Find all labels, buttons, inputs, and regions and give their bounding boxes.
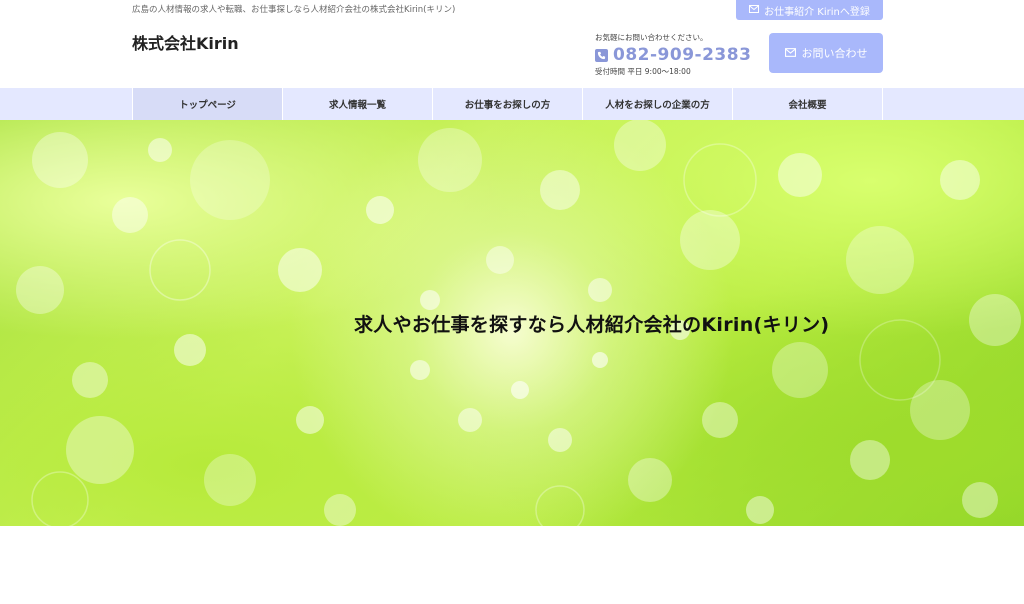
mail-icon <box>784 47 796 60</box>
tel-number[interactable]: 082-909-2383 <box>613 45 751 65</box>
nav-item-job-list[interactable]: 求人情報一覧 <box>282 88 432 120</box>
business-hours: 受付時間 平日 9:00〜18:00 <box>595 67 691 76</box>
global-nav: トップページ 求人情報一覧 お仕事をお探しの方 人材をお探しの企業の方 会社概要 <box>0 88 1024 120</box>
register-button[interactable]: お仕事紹介 Kirinへ登録 <box>736 0 883 20</box>
contact-note: お気軽にお問い合わせください。 <box>595 33 708 42</box>
phone-icon <box>595 48 608 62</box>
hero-headline: 求人やお仕事を探すなら人材紹介会社のKirin(キリン) <box>354 314 830 336</box>
nav-item-job-seekers[interactable]: お仕事をお探しの方 <box>432 88 582 120</box>
site-title[interactable]: 株式会社Kirin <box>132 30 239 54</box>
nav-item-top[interactable]: トップページ <box>132 88 282 120</box>
tel-row[interactable]: 082-909-2383 <box>595 45 751 65</box>
nav-item-company-info[interactable]: 会社概要 <box>732 88 883 120</box>
contact-block: お気軽にお問い合わせください。 082-909-2383 受付時間 平日 9:0… <box>595 32 751 77</box>
mail-icon <box>749 4 760 16</box>
site-tagline: 広島の人材情報の求人や転職、お仕事探しなら人材紹介会社の株式会社Kirin(キリ… <box>132 5 456 15</box>
hero-banner: 求人やお仕事を探すなら人材紹介会社のKirin(キリン) <box>0 120 1024 526</box>
contact-button[interactable]: お問い合わせ <box>769 33 883 73</box>
register-button-label: お仕事紹介 Kirinへ登録 <box>764 6 870 18</box>
contact-button-label: お問い合わせ <box>801 47 868 60</box>
nav-item-companies[interactable]: 人材をお探しの企業の方 <box>582 88 732 120</box>
